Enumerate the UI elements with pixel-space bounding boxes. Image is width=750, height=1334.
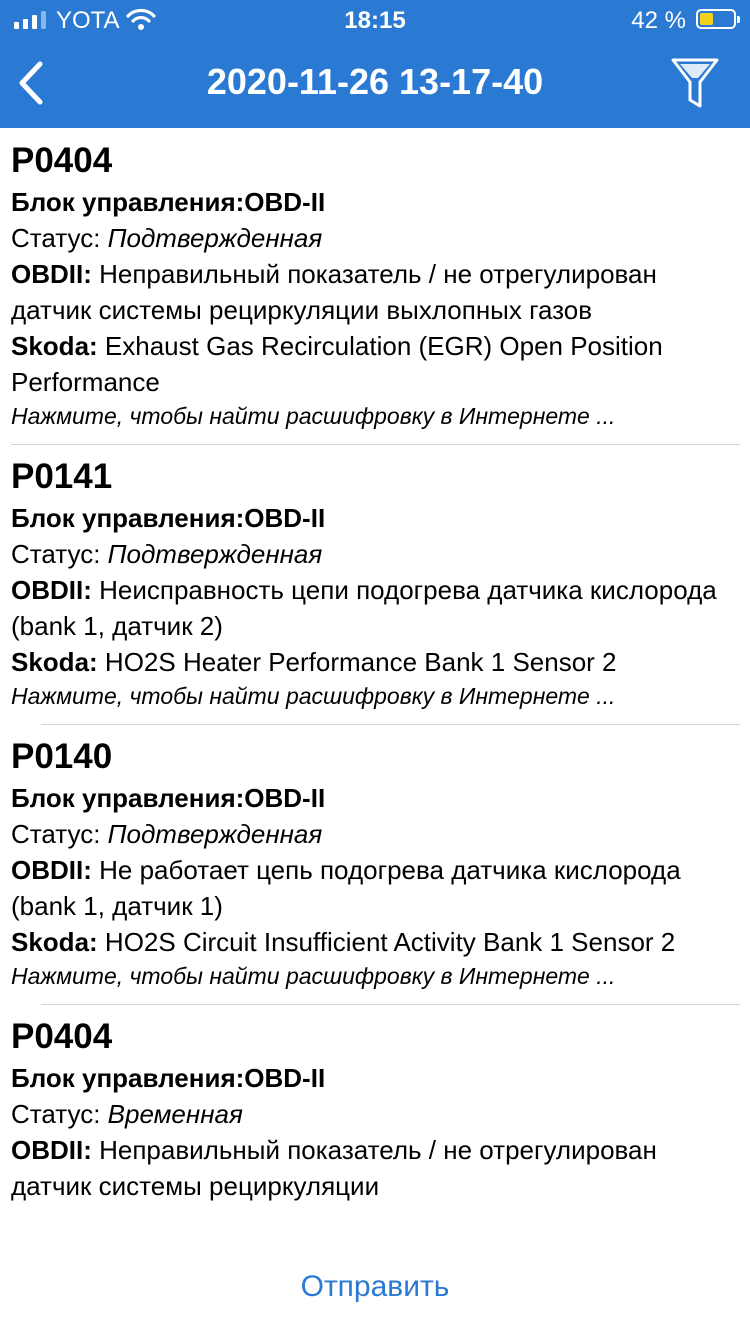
- make-label: Skoda:: [11, 927, 105, 957]
- obd-label: OBDII:: [11, 855, 100, 885]
- make-label: Skoda:: [11, 647, 105, 677]
- battery-level-fill: [700, 13, 713, 25]
- obd-label: OBDII:: [11, 1135, 100, 1165]
- control-unit-value: OBD-II: [244, 187, 326, 217]
- status-value: Подтвержденная: [107, 539, 323, 569]
- status-label: Статус:: [11, 223, 108, 253]
- search-online-hint[interactable]: Нажмите, чтобы найти расшифровку в Интер…: [11, 680, 738, 712]
- status-line: Статус: Временная: [11, 1096, 738, 1132]
- obd-text: Неправильный показатель / не отрегулиров…: [11, 1135, 657, 1201]
- error-code: P0404: [11, 141, 113, 180]
- obd-description: OBDII: Неисправность цепи подогрева датч…: [11, 572, 738, 644]
- search-online-hint[interactable]: Нажмите, чтобы найти расшифровку в Интер…: [11, 400, 738, 432]
- make-description: Skoda: HO2S Circuit Insufficient Activit…: [11, 924, 738, 960]
- chevron-left-icon[interactable]: [14, 58, 48, 108]
- make-description: Skoda: HO2S Heater Performance Bank 1 Se…: [11, 644, 738, 680]
- control-unit-label: Блок управления:: [11, 1063, 245, 1093]
- control-unit-line: Блок управления:OBD-II: [11, 500, 738, 536]
- battery-percentage: 42 %: [631, 7, 686, 34]
- make-description: Skoda: Exhaust Gas Recirculation (EGR) O…: [11, 328, 738, 400]
- obd-text: Неисправность цепи подогрева датчика кис…: [11, 575, 717, 641]
- error-record-item[interactable]: P0404 Блок управления:OBD-II Статус: Подтв…: [0, 128, 750, 444]
- obd-label: OBDII:: [11, 259, 100, 289]
- page-title: 2020-11-26 13-17-40: [206, 61, 544, 102]
- control-unit-line: Блок управления:OBD-II: [11, 780, 738, 816]
- make-text: HO2S Circuit Insufficient Activity Bank …: [104, 927, 676, 957]
- control-unit-value: OBD-II: [244, 1063, 326, 1093]
- status-value: Подтвержденная: [107, 223, 323, 253]
- control-unit-label: Блок управления:: [11, 503, 245, 533]
- control-unit-value: OBD-II: [244, 503, 326, 533]
- search-online-hint[interactable]: Нажмите, чтобы найти расшифровку в Интер…: [11, 960, 738, 992]
- status-line: Статус: Подтвержденная: [11, 220, 738, 256]
- status-label: Статус:: [11, 539, 108, 569]
- control-unit-line: Блок управления:OBD-II: [11, 1060, 738, 1096]
- send-button[interactable]: Отправить: [0, 1270, 750, 1304]
- obd-label: OBDII:: [11, 575, 100, 605]
- battery-icon: [696, 9, 740, 29]
- error-code: P0140: [11, 737, 113, 776]
- obd-text: Не работает цепь подогрева датчика кисло…: [11, 855, 681, 921]
- navigation-bar: YOTA 18:15 42 % 2020-11-26 13-17-40: [0, 0, 750, 128]
- bottom-toolbar: Отправить: [0, 1234, 750, 1334]
- make-text: Exhaust Gas Recirculation (EGR) Open Pos…: [11, 331, 663, 397]
- status-bar: YOTA 18:15 42 %: [0, 0, 750, 40]
- obd-text: Неправильный показатель / не отрегулиров…: [11, 259, 657, 325]
- status-value: Временная: [107, 1099, 243, 1129]
- obd-description: OBDII: Не работает цепь подогрева датчик…: [11, 852, 738, 924]
- make-text: HO2S Heater Performance Bank 1 Sensor 2: [104, 647, 617, 677]
- control-unit-value: OBD-II: [244, 783, 326, 813]
- obd-description: OBDII: Неправильный показатель / не отре…: [11, 1132, 738, 1204]
- status-line: Статус: Подтвержденная: [11, 536, 738, 572]
- status-label: Статус:: [11, 819, 108, 849]
- control-unit-line: Блок управления:OBD-II: [11, 184, 738, 220]
- status-line: Статус: Подтвержденная: [11, 816, 738, 852]
- error-record-item[interactable]: P0140 Блок управления:OBD-II Статус: Подтв…: [0, 724, 750, 1004]
- error-code: P0141: [11, 457, 113, 496]
- error-code-list: P0404 Блок управления:OBD-II Статус: Подтв…: [0, 128, 750, 1234]
- error-record-item[interactable]: P0404 Блок управления:OBD-II Статус: Време…: [0, 1004, 750, 1216]
- filter-icon[interactable]: [670, 56, 720, 110]
- error-code: P0404: [11, 1017, 113, 1056]
- obd-description: OBDII: Неправильный показатель / не отре…: [11, 256, 738, 328]
- control-unit-label: Блок управления:: [11, 187, 245, 217]
- error-record-item[interactable]: P0141 Блок управления:OBD-II Статус: Подтв…: [0, 444, 750, 724]
- control-unit-label: Блок управления:: [11, 783, 245, 813]
- status-label: Статус:: [11, 1099, 108, 1129]
- status-value: Подтвержденная: [107, 819, 323, 849]
- make-label: Skoda:: [11, 331, 105, 361]
